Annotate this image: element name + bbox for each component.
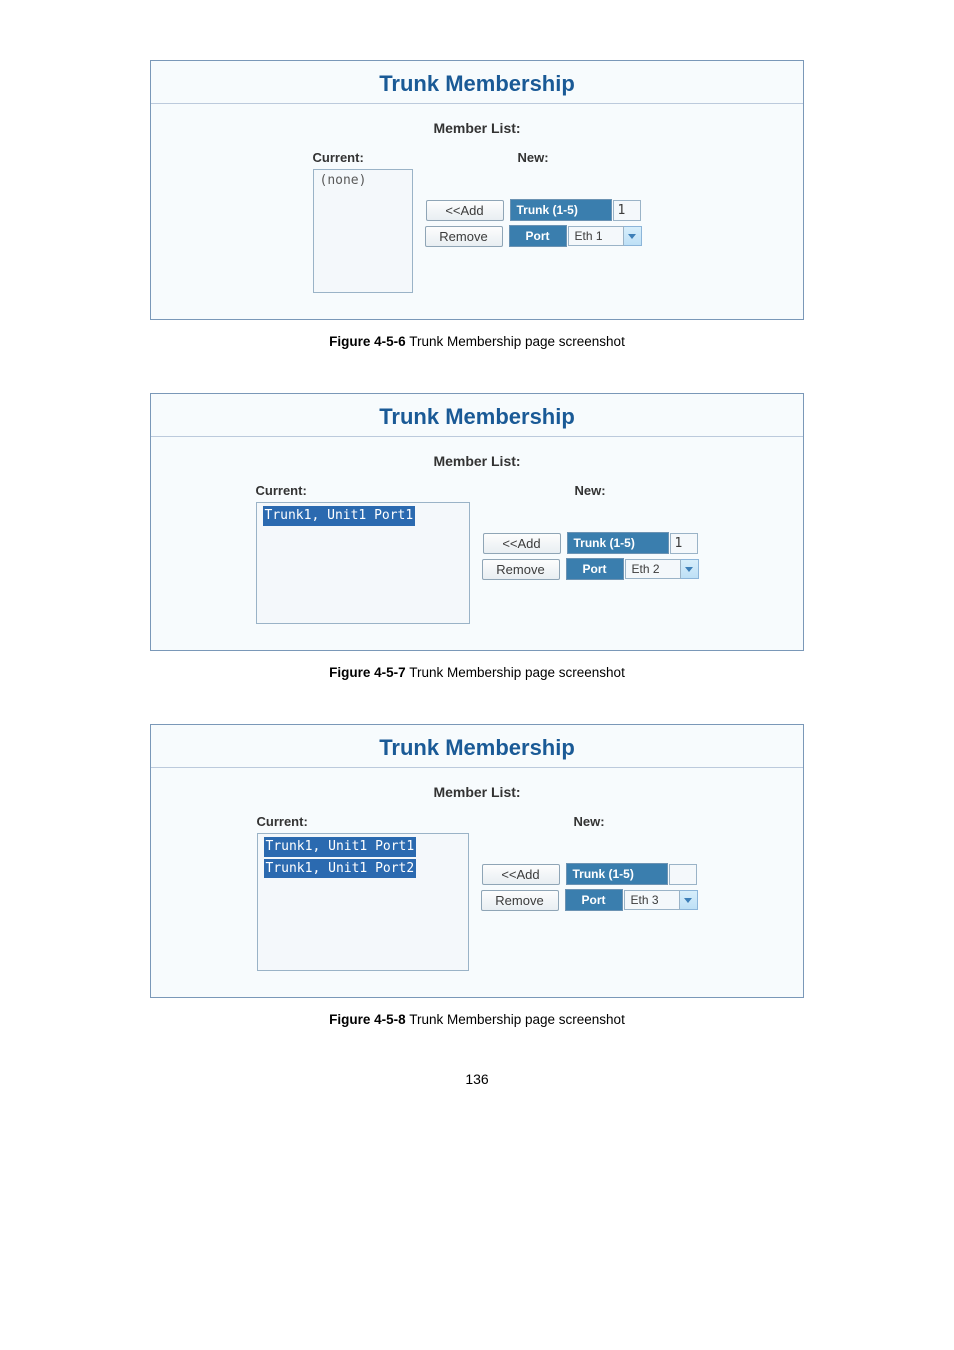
port-select[interactable]: Eth 3	[624, 890, 698, 910]
new-label: New:	[573, 814, 604, 829]
figure-caption-2: Figure 4-5-7 Trunk Membership page scree…	[150, 665, 804, 680]
port-select[interactable]: Eth 2	[625, 559, 699, 579]
member-list-label: Member List:	[175, 453, 779, 469]
port-label: Port	[566, 558, 624, 580]
port-select-value: Eth 2	[625, 559, 681, 579]
member-list-label: Member List:	[175, 784, 779, 800]
trunk-membership-panel-2: Trunk Membership Member List: Current: T…	[150, 393, 804, 651]
current-listbox[interactable]: (none)	[313, 169, 413, 293]
trunk-input[interactable]	[670, 533, 698, 554]
figure-caption-1: Figure 4-5-6 Trunk Membership page scree…	[150, 334, 804, 349]
trunk-label: Trunk (1-5)	[510, 199, 612, 221]
listbox-item: Trunk1, Unit1 Port2	[264, 859, 417, 879]
panel-title: Trunk Membership	[151, 394, 803, 437]
figure-caption-3: Figure 4-5-8 Trunk Membership page scree…	[150, 1012, 804, 1027]
current-label: Current:	[313, 150, 364, 165]
chevron-down-icon	[624, 226, 642, 246]
listbox-item: Trunk1, Unit1 Port1	[264, 837, 417, 857]
new-label: New:	[574, 483, 605, 498]
port-select-value: Eth 1	[568, 226, 624, 246]
listbox-item: (none)	[320, 173, 367, 188]
port-label: Port	[509, 225, 567, 247]
new-label: New:	[517, 150, 548, 165]
trunk-input[interactable]	[613, 200, 641, 221]
member-list-label: Member List:	[175, 120, 779, 136]
current-listbox[interactable]: Trunk1, Unit1 Port1	[256, 502, 470, 624]
add-button[interactable]: <<Add	[483, 533, 561, 554]
chevron-down-icon	[681, 559, 699, 579]
panel-title: Trunk Membership	[151, 725, 803, 768]
panel-title: Trunk Membership	[151, 61, 803, 104]
listbox-item: Trunk1, Unit1 Port1	[263, 506, 416, 526]
current-label: Current:	[257, 814, 308, 829]
remove-button[interactable]: Remove	[481, 890, 559, 911]
chevron-down-icon	[680, 890, 698, 910]
port-select[interactable]: Eth 1	[568, 226, 642, 246]
remove-button[interactable]: Remove	[482, 559, 560, 580]
port-label: Port	[565, 889, 623, 911]
current-label: Current:	[256, 483, 307, 498]
trunk-input[interactable]	[669, 864, 697, 885]
page-number: 136	[150, 1071, 804, 1087]
remove-button[interactable]: Remove	[425, 226, 503, 247]
trunk-membership-panel-1: Trunk Membership Member List: Current: (…	[150, 60, 804, 320]
port-select-value: Eth 3	[624, 890, 680, 910]
add-button[interactable]: <<Add	[426, 200, 504, 221]
trunk-label: Trunk (1-5)	[566, 863, 668, 885]
add-button[interactable]: <<Add	[482, 864, 560, 885]
trunk-membership-panel-3: Trunk Membership Member List: Current: T…	[150, 724, 804, 998]
trunk-label: Trunk (1-5)	[567, 532, 669, 554]
current-listbox[interactable]: Trunk1, Unit1 Port1 Trunk1, Unit1 Port2	[257, 833, 469, 971]
